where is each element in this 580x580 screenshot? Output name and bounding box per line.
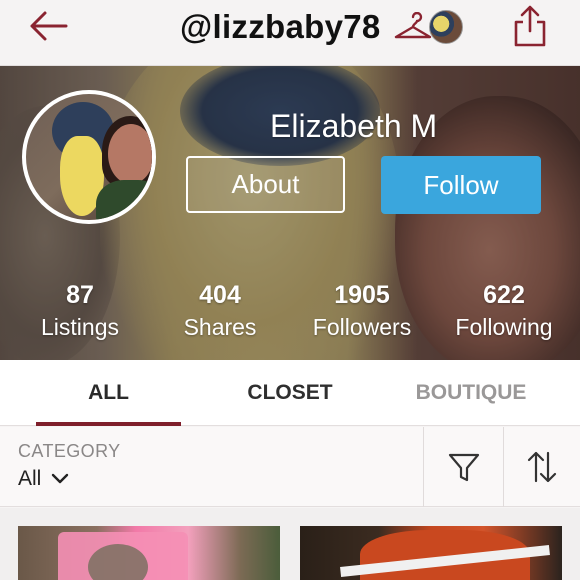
filter-bar: CATEGORY All [0, 427, 580, 507]
stat-following[interactable]: 622 Following [444, 280, 564, 344]
stat-listings[interactable]: 87 Listings [30, 280, 130, 344]
tab-all[interactable]: ALL [36, 360, 181, 426]
tab-boutique[interactable]: BOUTIQUE [395, 360, 547, 426]
sort-button[interactable] [504, 427, 580, 507]
listing-grid [0, 508, 580, 580]
username-title: @lizzbaby78 [180, 8, 381, 45]
profile-cover: Elizabeth M About Follow 87 Listings 404… [0, 66, 580, 360]
top-bar: @lizzbaby78 [0, 0, 580, 66]
active-tab-indicator [36, 422, 181, 426]
funnel-icon [448, 453, 479, 482]
category-dropdown[interactable]: All [18, 467, 69, 491]
hanger-icon [394, 12, 431, 39]
profile-stats: 87 Listings 404 Shares 1905 Followers 62… [0, 280, 580, 350]
stat-label: Followers [312, 314, 412, 340]
profile-avatar[interactable] [22, 90, 156, 224]
stat-value: 1905 [334, 281, 390, 309]
follow-button[interactable]: Follow [381, 156, 541, 214]
mini-avatar[interactable] [428, 10, 463, 44]
sort-arrows-icon [527, 451, 557, 483]
stat-value: 87 [66, 281, 94, 309]
closet-tabs: ALL CLOSET BOUTIQUE [0, 360, 580, 426]
back-button[interactable] [26, 6, 72, 46]
stat-label: Listings [41, 314, 119, 340]
share-button[interactable] [510, 3, 550, 49]
back-arrow-icon [30, 11, 68, 41]
stat-value: 622 [483, 281, 525, 309]
header-title: @lizzbaby78 [180, 4, 463, 50]
share-icon [514, 5, 546, 47]
category-value: All [18, 467, 42, 490]
category-label: CATEGORY [18, 441, 121, 461]
stat-label: Shares [183, 314, 257, 340]
tab-closet[interactable]: CLOSET [210, 360, 370, 426]
chevron-down-icon [52, 473, 69, 484]
stat-shares[interactable]: 404 Shares [170, 280, 270, 344]
profile-name: Elizabeth M [270, 108, 438, 144]
listing-tile[interactable] [300, 526, 562, 580]
about-button[interactable]: About [186, 156, 345, 213]
filter-button[interactable] [424, 427, 503, 507]
stat-followers[interactable]: 1905 Followers [302, 280, 422, 344]
stat-label: Following [455, 314, 553, 340]
stat-value: 404 [199, 281, 241, 309]
listing-tile[interactable] [18, 526, 280, 580]
